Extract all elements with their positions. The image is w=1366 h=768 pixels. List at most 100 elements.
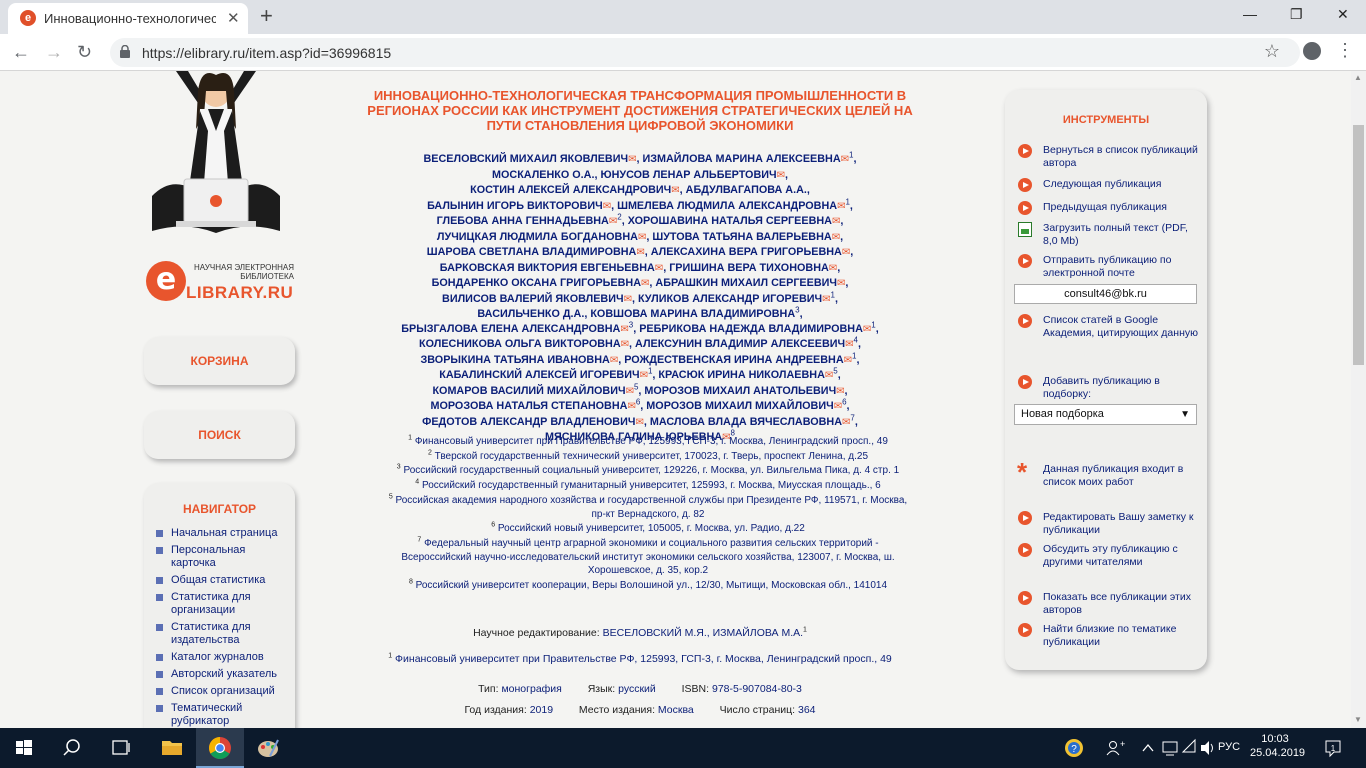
email-envelope-icon[interactable]: ✉ [626, 386, 634, 397]
affiliation-text[interactable]: Федеральный научный центр аграрной эконо… [401, 538, 894, 576]
email-input[interactable]: consult46@bk.ru [1014, 284, 1197, 304]
email-envelope-icon[interactable]: ✉ [832, 216, 840, 227]
author-name[interactable]: ВАСИЛЬЧЕНКО Д.А. [477, 308, 584, 320]
collection-select[interactable]: Новая подборка ▼ [1014, 404, 1197, 425]
navigator-item[interactable]: Каталог журналов [156, 651, 288, 664]
affiliation-text[interactable]: Российский новый университет, 105005, г.… [498, 523, 805, 534]
send-by-email-link[interactable]: Отправить публикацию по электронной почт… [1017, 254, 1197, 280]
volume-icon[interactable] [1198, 728, 1216, 768]
author-name[interactable]: КОВШОВА МАРИНА ВЛАДИМИРОВНА [590, 308, 795, 320]
affiliation-text[interactable]: Российский университет кооперации, Веры … [416, 580, 887, 591]
address-bar[interactable]: https://elibrary.ru/item.asp?id=36996815… [110, 38, 1300, 67]
google-scholar-link[interactable]: Список статей в Google Академия, цитирую… [1017, 314, 1198, 352]
navigator-item[interactable]: Авторский указатель [156, 668, 288, 681]
email-envelope-icon[interactable]: ✉ [603, 201, 611, 212]
notifications-icon[interactable]: 1 [1318, 728, 1348, 768]
affiliation-text[interactable]: Тверской государственный технический уни… [435, 451, 868, 462]
navigator-item[interactable]: Тематический рубрикатор [156, 702, 288, 728]
author-name[interactable]: ЛУЧИЦКАЯ ЛЮДМИЛА БОГДАНОВНА [437, 231, 638, 243]
email-envelope-icon[interactable]: ✉ [834, 401, 842, 412]
author-name[interactable]: ШУТОВА ТАТЬЯНА ВАЛЕРЬЕВНА [652, 231, 831, 243]
keyboard-language-indicator[interactable]: РУС [1218, 741, 1240, 753]
navigator-item[interactable]: Персональная карточка [156, 544, 288, 570]
back-arrow-icon[interactable]: ← [12, 42, 30, 62]
email-envelope-icon[interactable]: ✉ [863, 324, 871, 335]
email-envelope-icon[interactable]: ✉ [845, 339, 853, 350]
email-envelope-icon[interactable]: ✉ [621, 339, 629, 350]
author-name[interactable]: ГРИШИНА ВЕРА ТИХОНОВНА [669, 262, 829, 274]
author-name[interactable]: КРАСЮК ИРИНА НИКОЛАЕВНА [658, 369, 824, 381]
next-publication-link[interactable]: Следующая публикация [1017, 178, 1197, 192]
navigator-item[interactable]: Общая статистика [156, 574, 288, 587]
email-envelope-icon[interactable]: ✉ [638, 232, 646, 243]
scroll-down-arrow-icon[interactable]: ▼ [1354, 715, 1362, 724]
discuss-link[interactable]: Обсудить эту публикацию с другими читате… [1017, 543, 1197, 569]
edit-note-link[interactable]: Редактировать Вашу заметку к публикации [1017, 511, 1197, 537]
email-envelope-icon[interactable]: ✉ [636, 247, 644, 258]
navigator-item[interactable]: Статистика для организации [156, 591, 288, 617]
close-window-button[interactable]: ✕ [1337, 6, 1349, 23]
help-icon[interactable]: ? [1058, 728, 1090, 768]
browser-tab[interactable]: e Инновационно-технологическа ✕ [8, 3, 248, 34]
affiliation-text[interactable]: Российская академия народного хозяйства … [396, 495, 908, 520]
author-name[interactable]: МОРОЗОВ МИХАИЛ АНАТОЛЬЕВИЧ [644, 385, 836, 397]
author-name[interactable]: КОМАРОВ ВАСИЛИЙ МИХАЙЛОВИЧ [432, 385, 625, 397]
editors-names[interactable]: ВЕСЕЛОВСКИЙ М.Я., ИЗМАЙЛОВА М.А. [603, 627, 803, 639]
email-envelope-icon[interactable]: ✉ [832, 232, 840, 243]
task-view-button[interactable] [96, 728, 144, 768]
email-envelope-icon[interactable]: ✉ [609, 216, 617, 227]
email-envelope-icon[interactable]: ✉ [829, 263, 837, 274]
email-envelope-icon[interactable]: ✉ [635, 417, 643, 428]
email-envelope-icon[interactable]: ✉ [844, 355, 852, 366]
email-envelope-icon[interactable]: ✉ [671, 185, 679, 196]
author-name[interactable]: ФЕДОТОВ АЛЕКСАНДР ВЛАДЛЕНОВИЧ [422, 416, 635, 428]
affiliation-text[interactable]: Финансовый университет при Правительстве… [415, 436, 888, 447]
author-name[interactable]: КУЛИКОВ АЛЕКСАНДР ИГОРЕВИЧ [638, 293, 822, 305]
bookmark-star-icon[interactable]: ☆ [1264, 41, 1280, 62]
author-name[interactable]: КОСТИН АЛЕКСЕЙ АЛЕКСАНДРОВИЧ [470, 184, 671, 196]
author-name[interactable]: ШАРОВА СВЕТЛАНА ВЛАДИМИРОВНА [427, 246, 637, 258]
author-name[interactable]: АЛЕКСАХИНА ВЕРА ГРИГОРЬЕВНА [651, 246, 842, 258]
email-envelope-icon[interactable]: ✉ [640, 370, 648, 381]
display-icon[interactable] [1160, 728, 1180, 768]
author-name[interactable]: ШМЕЛЕВА ЛЮДМИЛА АЛЕКСАНДРОВНА [617, 200, 837, 212]
author-name[interactable]: БАЛЫНИН ИГОРЬ ВИКТОРОВИЧ [427, 200, 603, 212]
minimize-button[interactable]: — [1243, 6, 1257, 22]
author-name[interactable]: МАСЛОВА ВЛАДА ВЯЧЕСЛАВОВНА [650, 416, 842, 428]
file-explorer-button[interactable] [148, 728, 196, 768]
author-name[interactable]: АБДУЛВАГАПОВА А.А. [686, 184, 807, 196]
email-envelope-icon[interactable]: ✉ [655, 263, 663, 274]
editors-affiliation-text[interactable]: Финансовый университет при Правительстве… [395, 653, 892, 665]
author-name[interactable]: РЕБРИКОВА НАДЕЖДА ВЛАДИМИРОВНА [639, 323, 863, 335]
author-name[interactable]: МОСКАЛЕНКО О.А. [492, 169, 594, 181]
author-name[interactable]: БАРКОВСКАЯ ВИКТОРИЯ ЕВГЕНЬЕВНА [440, 262, 655, 274]
email-envelope-icon[interactable]: ✉ [841, 154, 849, 165]
email-envelope-icon[interactable]: ✉ [825, 370, 833, 381]
email-envelope-icon[interactable]: ✉ [628, 154, 636, 165]
navigator-item[interactable]: Статистика для издательства [156, 621, 288, 647]
elibrary-logo[interactable]: НАУЧНАЯ ЭЛЕКТРОННАЯ БИБЛИОТЕКА e LIBRARY… [146, 257, 296, 307]
add-to-collection-link[interactable]: Добавить публикацию в подборку: [1017, 375, 1197, 401]
email-envelope-icon[interactable]: ✉ [842, 247, 850, 258]
author-name[interactable]: ЗВОРЫКИНА ТАТЬЯНА ИВАНОВНА [421, 354, 610, 366]
previous-publication-link[interactable]: Предыдущая публикация [1017, 201, 1197, 215]
back-to-author-list-link[interactable]: Вернуться в список публикаций автора [1017, 144, 1198, 170]
page-scrollbar[interactable]: ▲ ▼ [1351, 71, 1366, 728]
navigator-item[interactable]: Список организаций [156, 685, 288, 698]
paint-taskbar-button[interactable] [244, 728, 292, 768]
navigator-item[interactable]: Начальная страница [156, 527, 288, 540]
tab-close-icon[interactable]: ✕ [227, 9, 240, 27]
email-envelope-icon[interactable]: ✉ [836, 386, 844, 397]
affiliation-text[interactable]: Российский государственный социальный ун… [403, 465, 899, 476]
email-envelope-icon[interactable]: ✉ [627, 401, 635, 412]
author-name[interactable]: ИЗМАЙЛОВА МАРИНА АЛЕКСЕЕВНА [642, 153, 840, 165]
author-name[interactable]: ВИЛИСОВ ВАЛЕРИЙ ЯКОВЛЕВИЧ [442, 293, 624, 305]
author-name[interactable]: АБРАШКИН МИХАИЛ СЕРГЕЕВИЧ [655, 277, 837, 289]
email-envelope-icon[interactable]: ✉ [641, 278, 649, 289]
people-icon[interactable]: + [1100, 728, 1130, 768]
new-tab-button[interactable]: + [260, 5, 273, 27]
maximize-button[interactable]: ❐ [1290, 6, 1303, 23]
author-name[interactable]: ВЕСЕЛОВСКИЙ МИХАИЛ ЯКОВЛЕВИЧ [424, 153, 629, 165]
author-name[interactable]: ГЛЕБОВА АННА ГЕННАДЬЕВНА [437, 215, 609, 227]
in-my-works-link[interactable]: * Данная публикация входит в список моих… [1017, 457, 1197, 489]
